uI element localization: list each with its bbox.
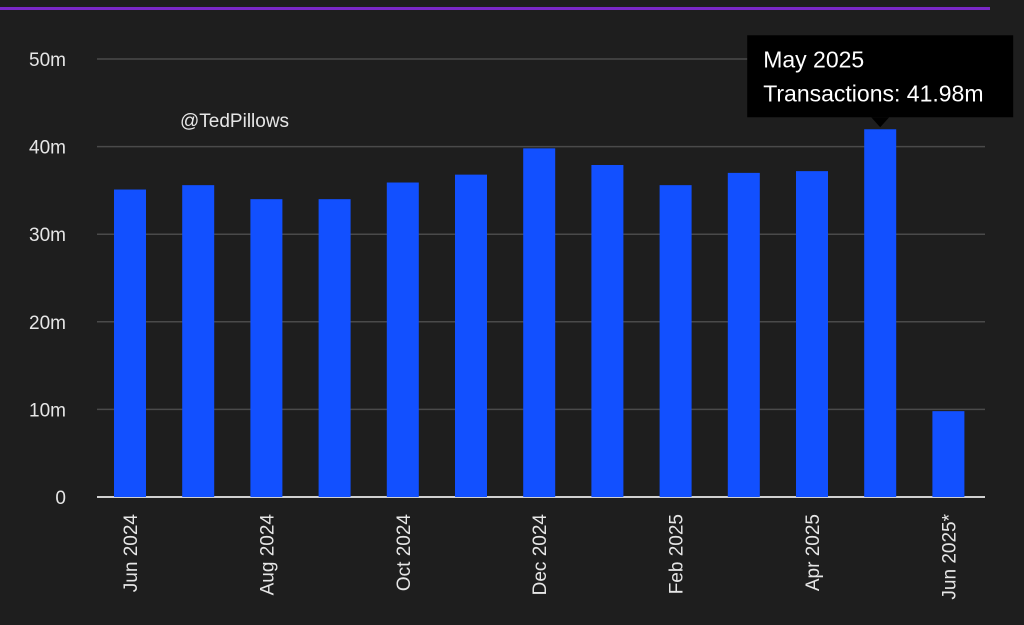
x-tick-label: Aug 2024	[257, 514, 278, 596]
y-axis-ticks: 0 10m 20m 30m 40m 50m	[29, 50, 66, 509]
bar[interactable]	[727, 172, 760, 497]
y-tick-label: 30m	[29, 225, 66, 246]
y-tick-label: 10m	[29, 400, 66, 421]
bar[interactable]	[455, 174, 487, 497]
y-tick-label: 50m	[29, 50, 66, 71]
x-tick-label: Jun 2025*	[939, 513, 960, 599]
bar[interactable]	[523, 148, 556, 498]
x-tick-label: Jun 2024	[121, 514, 142, 593]
x-tick-label: Feb 2025	[667, 514, 688, 594]
transactions-bar-chart: 0 10m 20m 30m 40m 50m @TedPillows Jun 2024 Aug…	[29, 35, 1014, 600]
bar[interactable]	[591, 164, 624, 497]
bar[interactable]	[318, 199, 351, 497]
x-tick-label: Oct 2024	[394, 514, 415, 592]
bar[interactable]	[182, 185, 215, 498]
y-tick-label: 20m	[29, 313, 66, 334]
bar[interactable]	[386, 182, 419, 498]
tooltip-title: May 2025	[763, 46, 864, 72]
bar[interactable]	[864, 129, 897, 498]
tooltip: May 2025 Transactions: 41.98m	[747, 35, 1014, 128]
tooltip-value: Transactions: 41.98m	[763, 80, 983, 106]
bar[interactable]	[796, 171, 828, 498]
x-tick-label: Dec 2024	[530, 514, 551, 596]
bar[interactable]	[659, 185, 692, 498]
bar[interactable]	[932, 411, 965, 497]
bars	[114, 129, 965, 498]
bar[interactable]	[114, 189, 146, 498]
tooltip-pointer	[871, 117, 890, 128]
watermark: @TedPillows	[180, 111, 289, 132]
x-tick-label: Apr 2025	[803, 514, 824, 591]
x-axis-ticks: Jun 2024 Aug 2024 Oct 2024 Dec 2024 Feb 2025…	[121, 513, 960, 599]
y-tick-label: 0	[55, 488, 66, 509]
bar[interactable]	[250, 199, 283, 497]
y-tick-label: 40m	[29, 138, 66, 159]
